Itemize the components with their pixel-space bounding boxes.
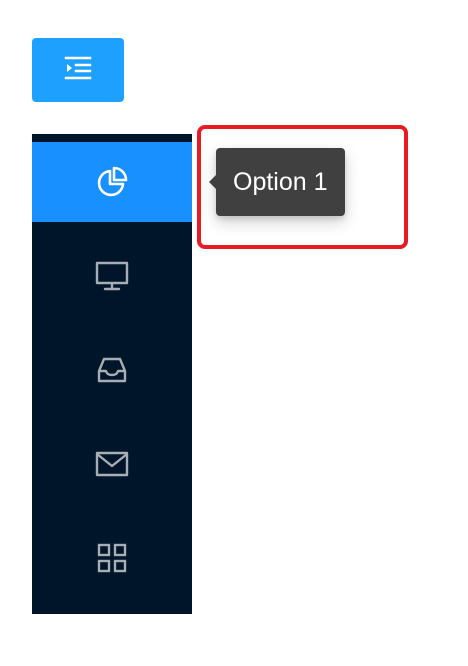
pie-chart-icon: [94, 164, 130, 200]
menu-item-option-4[interactable]: [32, 424, 192, 504]
page: Option 1: [0, 0, 468, 666]
menu-item-option-1[interactable]: [32, 142, 192, 222]
side-menu: [32, 134, 192, 614]
menu-item-option-5[interactable]: [32, 518, 192, 598]
menu-toggle-button[interactable]: [32, 38, 124, 102]
desktop-icon: [94, 258, 130, 294]
tooltip-arrow: [209, 175, 216, 189]
mail-icon: [94, 446, 130, 482]
menu-item-option-2[interactable]: [32, 236, 192, 316]
menu-list: [32, 134, 192, 598]
tooltip: Option 1: [209, 148, 345, 216]
tooltip-text: Option 1: [216, 148, 345, 216]
inbox-icon: [94, 352, 130, 388]
menu-fold-icon: [64, 54, 92, 87]
menu-item-option-3[interactable]: [32, 330, 192, 410]
appstore-icon: [94, 540, 130, 576]
